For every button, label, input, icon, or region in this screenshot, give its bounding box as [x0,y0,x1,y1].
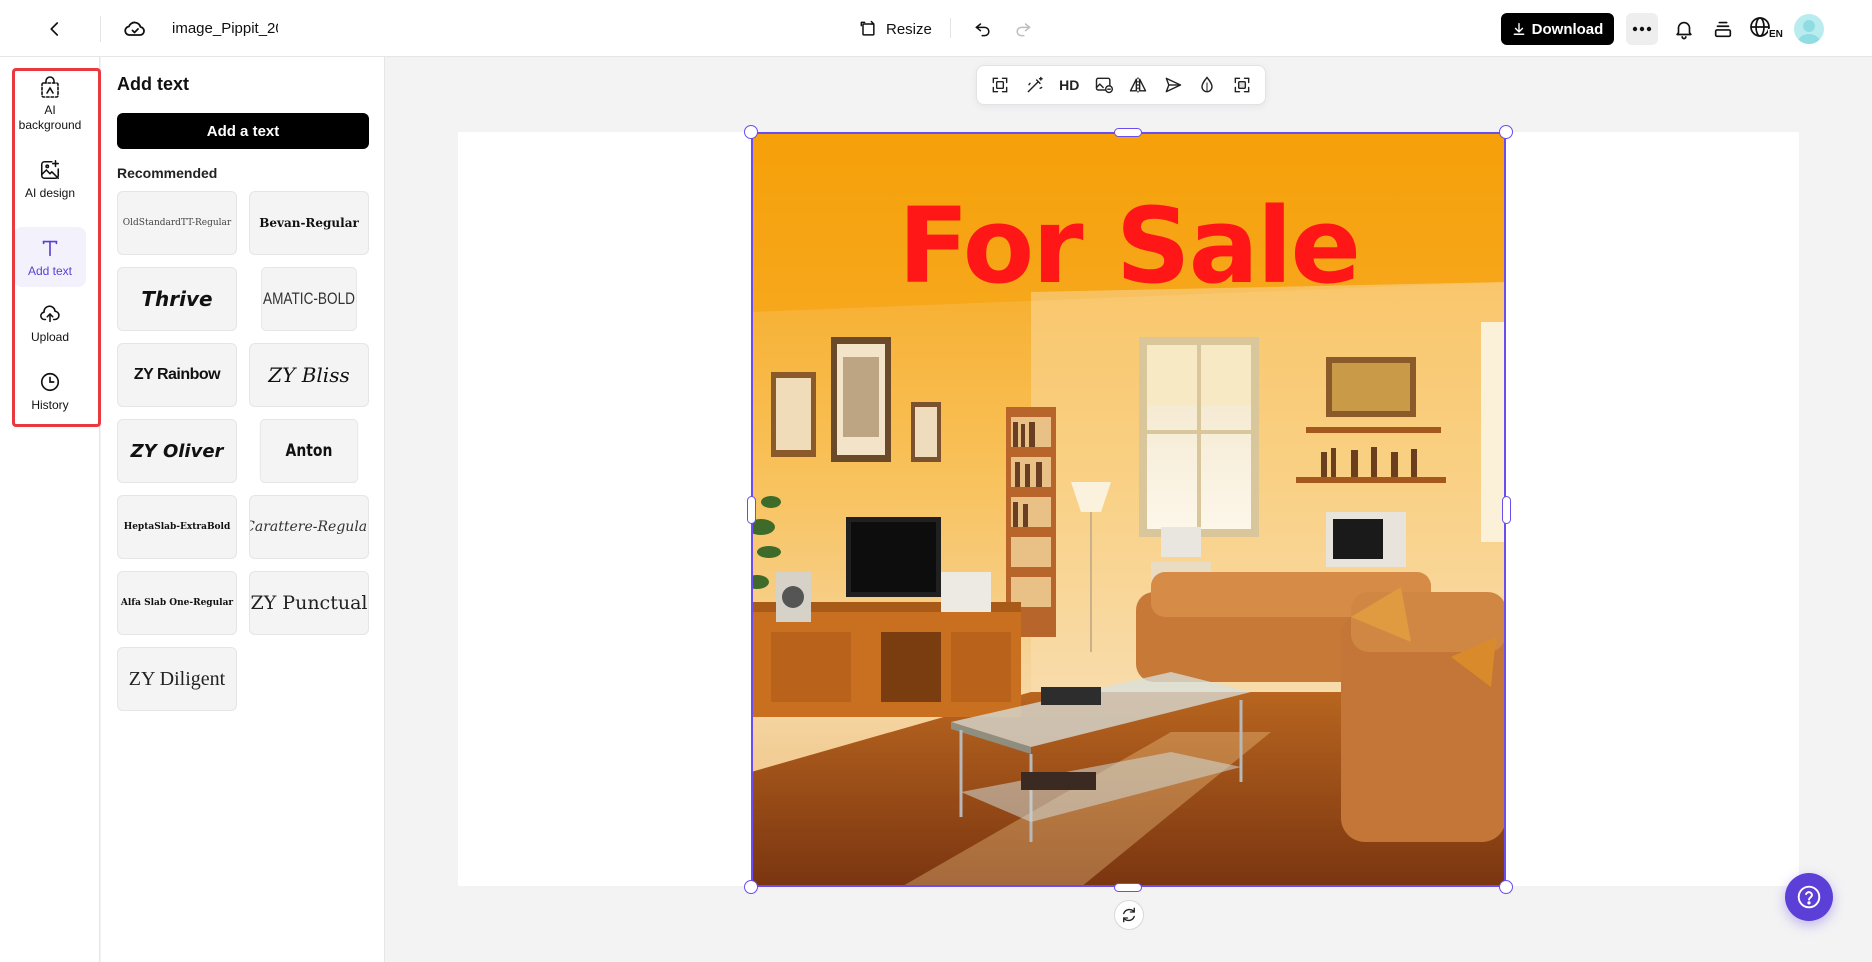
font-option-zy-oliver[interactable]: ZY Oliver [117,419,237,483]
resize-handle-bottom[interactable] [1114,883,1142,892]
rail-item-ai-background[interactable]: AI background [14,74,86,136]
download-icon [1513,23,1525,35]
chevron-left-icon [50,22,59,36]
font-option-bevan[interactable]: Bevan-Regular [249,191,369,255]
layers-button[interactable] [1707,13,1739,45]
image-swap-icon [1095,77,1113,94]
canvas-workspace: HD For Sale [386,57,1872,962]
user-avatar[interactable] [1794,14,1824,44]
font-option-alfa-slab[interactable]: Alfa Slab One-Regular [117,571,237,635]
magic-edit-button[interactable] [1021,71,1049,99]
add-text-panel: Add text Add a text Recommended OldStand… [101,57,385,962]
rail-item-add-text[interactable]: Add text [14,227,86,287]
resize-handle-bottom-left[interactable] [744,880,758,894]
opacity-button[interactable] [1193,71,1221,99]
hd-button[interactable]: HD [1055,71,1083,99]
add-a-text-button[interactable]: Add a text [117,113,369,149]
divider [950,18,951,38]
font-option-anton[interactable]: Anton [259,419,359,483]
smart-crop-button[interactable] [986,71,1014,99]
magic-wand-icon [1027,76,1043,93]
scan-icon [992,77,1008,93]
rail-item-label: AI background [18,103,82,132]
resize-handle-top-right[interactable] [1499,125,1513,139]
redo-button[interactable] [1008,14,1038,44]
font-option-amatic[interactable]: Amatic-Bold [261,267,357,331]
for-sale-text[interactable]: For Sale [751,194,1506,298]
panel-title: Add text [117,74,189,94]
flip-icon [1130,77,1147,93]
text-icon [39,235,61,261]
droplet-icon [1201,76,1213,93]
language-code: EN [1768,29,1784,41]
focus-frame-icon [1234,77,1250,93]
undo-button[interactable] [968,14,998,44]
recommended-label: Recommended [117,165,218,181]
resize-button[interactable]: Resize [858,14,932,44]
resize-handle-top-left[interactable] [744,125,758,139]
font-option-zy-punctual[interactable]: ZY Punctual [249,571,369,635]
rail-item-upload[interactable]: Upload [14,301,86,349]
cloud-upload-icon [38,301,62,327]
cloud-icon [124,21,145,36]
rail-item-label: Add text [27,264,73,278]
font-option-zy-rainbow[interactable]: ZY Rainbow [117,343,237,407]
font-option-oldstandard[interactable]: OldStandardTT-Regular [117,191,237,255]
resize-icon [860,20,875,36]
clock-icon [39,369,61,395]
stack-icon [1714,21,1732,38]
send-icon [1165,77,1181,93]
replace-image-button[interactable] [1090,71,1118,99]
rail-item-ai-design[interactable]: AI design [14,157,86,205]
rail-item-history[interactable]: History [14,369,86,417]
resize-handle-bottom-right[interactable] [1499,880,1513,894]
resize-handle-left[interactable] [747,496,756,524]
help-icon [1797,885,1821,909]
rail-item-label: AI design [24,186,76,200]
send-button[interactable] [1159,71,1187,99]
download-label: Download [1531,20,1604,38]
help-button[interactable] [1785,873,1833,921]
rail-item-label: History [31,398,69,412]
divider [100,16,101,42]
back-button[interactable] [40,14,70,44]
cloud-sync-button[interactable] [120,14,150,44]
lock-bag-icon [38,74,62,100]
tool-rail: AI background AI design Add text Upload … [0,57,100,962]
font-option-zy-diligent[interactable]: ZY Diligent [117,647,237,711]
resize-label: Resize [886,20,932,38]
rotate-button[interactable] [1114,900,1144,930]
resize-handle-right[interactable] [1502,496,1511,524]
rotate-icon [1123,907,1135,923]
more-options-button[interactable] [1626,13,1658,45]
top-bar: image_Pippit_20 Resize Download EN [0,0,1872,57]
image-plus-icon [39,157,61,183]
font-option-zy-bliss[interactable]: ZY Bliss [249,343,369,407]
flip-button[interactable] [1124,71,1152,99]
font-option-carattere[interactable]: Carattere-Regular [249,495,369,559]
redo-icon [1016,23,1031,37]
rail-item-label: Upload [30,330,70,344]
selected-image[interactable]: For Sale [751,132,1506,887]
download-button[interactable]: Download [1501,13,1614,45]
more-horizontal-icon [1632,26,1652,32]
language-button[interactable]: EN [1748,12,1784,46]
notifications-button[interactable] [1668,13,1700,45]
focus-button[interactable] [1228,71,1256,99]
file-title[interactable]: image_Pippit_20 [172,18,278,40]
font-option-thrive[interactable]: Thrive [117,267,237,331]
undo-icon [975,23,990,37]
image-toolbar: HD [976,65,1266,105]
font-option-heptaslab[interactable]: HeptaSlab-ExtraBold [117,495,237,559]
avatar-icon [1798,20,1820,44]
resize-handle-top[interactable] [1114,128,1142,137]
bell-icon [1676,21,1692,40]
